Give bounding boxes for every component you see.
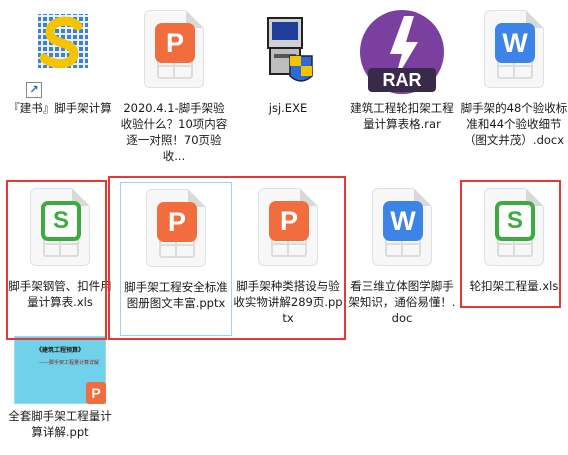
file-label: 建筑工程轮扣架工程量计算表格.rar [350,101,454,131]
file-item-doc-sanwei[interactable]: W 看三维立体图学脚手架知识，通俗易懂！.doc [346,182,458,326]
excel-file-icon: S [12,182,108,278]
app-s-icon: ↗ [12,4,108,100]
file-item-pptx-zhonglei[interactable]: P 脚手架种类搭设与验收实物讲解289页.pptx [232,182,344,326]
file-item-docx-48[interactable]: W 脚手架的48个验收标准和44个验收细节（图文并茂）.docx [458,4,568,148]
file-item-ppt-quantao[interactable]: 《建筑工程预算》 ——脚手架工程量计算详解 P 全套脚手架工程量计算详解.ppt [4,336,116,440]
ppt-file-icon: P [128,183,224,279]
excel-file-icon: S [466,182,562,278]
ppt-file-icon: P [240,182,336,278]
file-label: 2020.4.1-脚手架验收验什么？10项内容逐一对照！70页验收... [120,101,228,163]
file-label: jsj.EXE [268,101,308,115]
svg-text:RAR: RAR [383,70,422,90]
file-label: 脚手架钢管、扣件用量计算表.xls [8,279,112,309]
rar-archive-icon: RAR [354,4,450,100]
ppt-file-icon: P [126,4,222,100]
file-label: 『建书』脚手架计算 [8,101,112,115]
file-item-xls-lunkou[interactable]: S 轮扣架工程量.xls [458,182,568,294]
file-item-rar[interactable]: RAR 建筑工程轮扣架工程量计算表格.rar [346,4,458,132]
file-label: 轮扣架工程量.xls [469,279,559,293]
file-item-jsj-exe[interactable]: jsj.EXE [232,4,344,116]
ppt-badge-icon: P [86,382,106,404]
word-file-icon: W [466,4,562,100]
file-label: 脚手架的48个验收标准和44个验收细节（图文并茂）.docx [460,101,568,147]
file-label: 看三维立体图学脚手架知识，通俗易懂！.doc [348,279,456,325]
file-item-pptx-anquan[interactable]: P 脚手架工程安全标准图册图文丰富.pptx [120,182,232,336]
file-item-jianshu-shortcut[interactable]: ↗ 『建书』脚手架计算 [4,4,116,116]
file-item-xls-gangguan[interactable]: S 脚手架钢管、扣件用量计算表.xls [4,182,116,310]
file-label: 脚手架种类搭设与验收实物讲解289页.pptx [233,279,343,325]
word-file-icon: W [354,182,450,278]
file-label: 脚手架工程安全标准图册图文丰富.pptx [124,280,228,310]
shortcut-arrow-icon: ↗ [26,82,42,98]
installer-icon [240,4,336,100]
file-label: 全套脚手架工程量计算详解.ppt [8,409,112,439]
ppt-thumbnail-icon: 《建筑工程预算》 ——脚手架工程量计算详解 P [4,336,116,408]
file-item-ppt-2020[interactable]: P 2020.4.1-脚手架验收验什么？10项内容逐一对照！70页验收... [118,4,230,164]
